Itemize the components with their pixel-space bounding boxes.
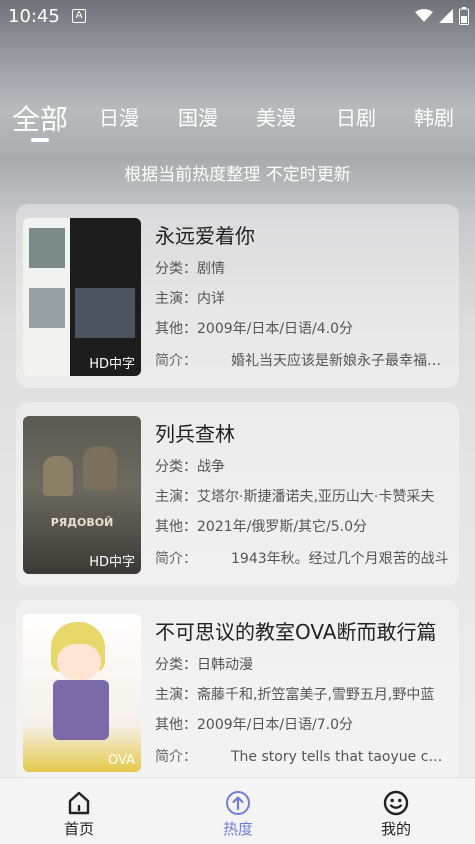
tab-chinese-anime[interactable]: 国漫 <box>178 102 218 131</box>
intro-text: The story tells that taoyue comes to a n… <box>231 749 450 765</box>
tab-korean-drama[interactable]: 韩剧 <box>414 102 454 131</box>
category-tabs: 全部 日漫 国漫 美漫 日剧 韩剧 <box>0 98 475 148</box>
notification-a-icon: A <box>72 9 86 23</box>
item-other: 其他：2009年/日本/日语/4.0分 <box>155 321 354 337</box>
upload-circle-icon <box>226 791 250 815</box>
intro-text: 婚礼当天应该是新娘永子最幸福的一天 <box>231 353 450 369</box>
list-item[interactable]: PЯДОВОЙ HD中字 列兵查林 分类：战争 主演：艾塔尔·斯捷潘诺夫,亚历山… <box>16 402 459 586</box>
tab-all[interactable]: 全部 <box>12 98 68 138</box>
intro-label: 简介： <box>155 353 197 369</box>
smiley-icon <box>383 790 409 816</box>
list-item[interactable]: OVA 不可思议的教室OVA断而敢行篇 分类：日韩动漫 主演：斋藤千和,折笠富美… <box>16 600 459 784</box>
nav-profile[interactable]: 我的 <box>356 790 436 839</box>
status-bar: 10:45 A <box>0 0 475 32</box>
nav-hot[interactable]: 热度 <box>198 790 278 839</box>
item-cast: 主演：斋藤千和,折笠富美子,雪野五月,野中蓝 <box>155 687 435 703</box>
status-time: 10:45 <box>8 6 60 27</box>
poster-image: HD中字 <box>23 218 141 376</box>
tab-japanese-drama[interactable]: 日剧 <box>336 102 376 131</box>
nav-home[interactable]: 首页 <box>39 790 119 839</box>
item-intro-row: 简介： The story tells that taoyue comes to … <box>155 746 450 766</box>
intro-text: 1943年秋。经过几个月艰苦的战斗 <box>231 551 449 567</box>
bottom-navigation: 首页 热度 我的 <box>0 777 475 844</box>
quality-badge: OVA <box>108 753 135 768</box>
page-subtitle: 根据当前热度整理 不定时更新 <box>124 165 351 185</box>
nav-hot-label: 热度 <box>222 820 253 838</box>
item-category: 分类：日韩动漫 <box>155 657 253 673</box>
item-intro-row: 简介： 1943年秋。经过几个月艰苦的战斗 <box>155 548 450 568</box>
item-title: 列兵查林 <box>155 422 235 446</box>
item-category: 分类：剧情 <box>155 261 225 277</box>
nav-profile-label: 我的 <box>380 820 411 838</box>
item-title: 不可思议的教室OVA断而敢行篇 <box>155 620 437 644</box>
item-cast: 主演：艾塔尔·斯捷潘诺夫,亚历山大·卡赞采夫 <box>155 489 435 505</box>
nav-home-label: 首页 <box>63 820 94 838</box>
item-other: 其他：2009年/日本/日语/7.0分 <box>155 717 354 733</box>
tab-american-anime[interactable]: 美漫 <box>256 102 296 131</box>
battery-icon <box>459 7 469 25</box>
item-category: 分类：战争 <box>155 459 225 475</box>
tab-indicator <box>31 138 49 142</box>
item-cast: 主演：内详 <box>155 291 225 307</box>
wifi-icon <box>415 9 433 22</box>
list-item[interactable]: HD中字 永远爱着你 分类：剧情 主演：内详 其他：2009年/日本/日语/4.… <box>16 204 459 388</box>
intro-label: 简介： <box>155 749 197 765</box>
item-title: 永远爱着你 <box>155 224 255 248</box>
poster-image: PЯДОВОЙ HD中字 <box>23 416 141 574</box>
quality-badge: HD中字 <box>89 357 135 372</box>
item-other: 其他：2021年/俄罗斯/其它/5.0分 <box>155 519 368 535</box>
tab-japanese-anime[interactable]: 日漫 <box>99 102 139 131</box>
quality-badge: HD中字 <box>89 555 135 570</box>
item-intro-row: 简介： 婚礼当天应该是新娘永子最幸福的一天 <box>155 350 450 370</box>
home-icon <box>68 791 90 815</box>
poster-image: OVA <box>23 614 141 772</box>
status-icons <box>415 7 469 25</box>
signal-icon <box>439 9 453 23</box>
intro-label: 简介： <box>155 551 197 567</box>
